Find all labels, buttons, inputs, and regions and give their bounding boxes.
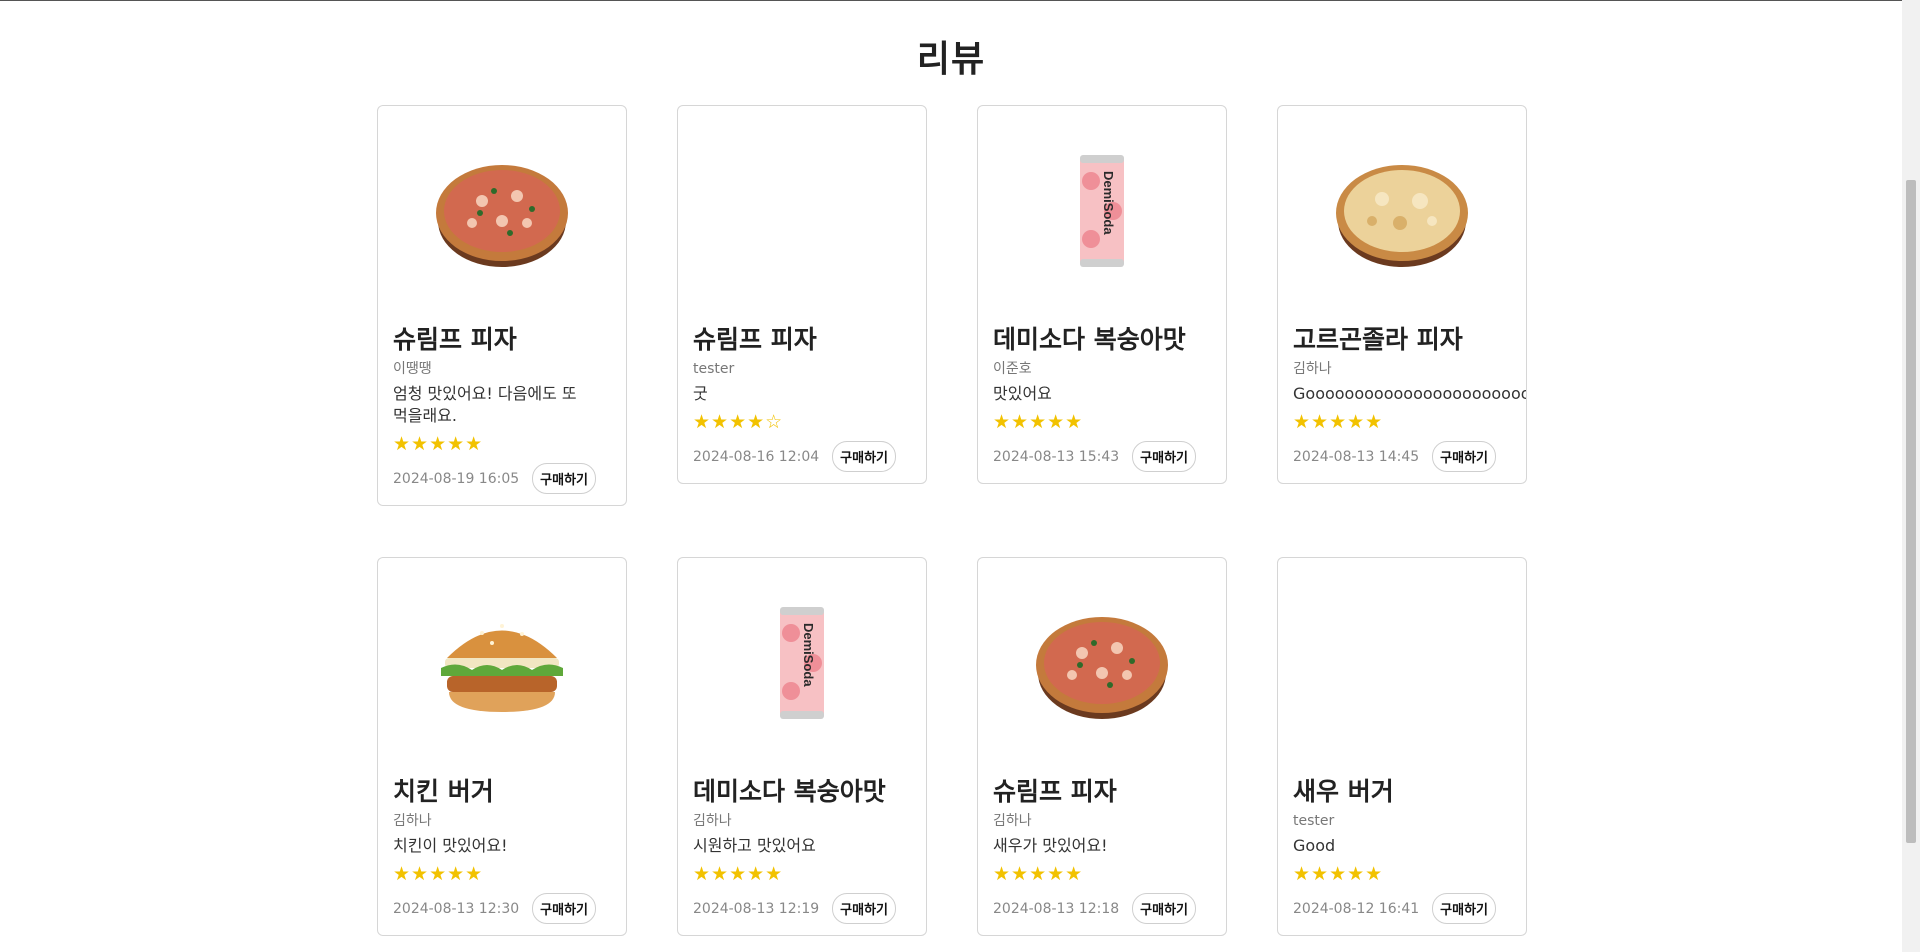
star-rating: ★★★★★ <box>993 863 1084 885</box>
pizza-image <box>1336 165 1468 267</box>
product-image-demisoda: DemiSoda <box>693 558 911 768</box>
buy-button[interactable]: 구매하기 <box>532 893 596 924</box>
star-rating: ★★★★★ <box>993 411 1084 433</box>
review-date: 2024-08-12 16:41 <box>1293 900 1420 917</box>
review-card: DemiSoda 데미소다 복숭아맛 이준호 맛있어요 ★★★★★ 2024-0… <box>977 105 1227 484</box>
product-image-empty <box>693 106 911 316</box>
review-author: 이땡땡 <box>393 361 432 377</box>
review-card: 슈림프 피자 이땡땡 엄청 맛있어요! 다음에도 또 먹을래요. ★★★★★ 2… <box>377 105 627 506</box>
product-name: 치킨 버거 <box>393 777 494 806</box>
card-footer: 2024-08-13 14:45 구매하기 <box>1293 441 1511 472</box>
star-rating: ★★★★★ <box>393 433 484 455</box>
product-name: 새우 버거 <box>1293 777 1394 806</box>
buy-button[interactable]: 구매하기 <box>1132 893 1196 924</box>
soda-brand-text: DemiSoda <box>1101 171 1116 235</box>
product-name: 데미소다 복숭아맛 <box>993 325 1186 354</box>
buy-button[interactable]: 구매하기 <box>1432 893 1496 924</box>
product-image-chicken-burger <box>393 558 611 768</box>
review-date: 2024-08-13 12:19 <box>693 900 820 917</box>
product-name: 슈림프 피자 <box>393 325 517 354</box>
review-author: 김하나 <box>393 813 432 829</box>
product-image-gorgonzola-pizza <box>1293 106 1511 316</box>
product-name: 데미소다 복숭아맛 <box>693 777 886 806</box>
review-date: 2024-08-16 12:04 <box>693 448 820 465</box>
buy-button[interactable]: 구매하기 <box>532 463 596 494</box>
soda-can-image: DemiSoda <box>780 607 824 719</box>
card-footer: 2024-08-13 12:18 구매하기 <box>993 893 1211 924</box>
review-date: 2024-08-13 15:43 <box>993 448 1120 465</box>
scrollbar[interactable] <box>1902 0 1920 952</box>
review-date: 2024-08-13 12:18 <box>993 900 1120 917</box>
review-comment: 굿 <box>693 384 708 403</box>
burger-image <box>441 624 563 712</box>
page-title: 리뷰 <box>916 39 986 80</box>
review-author: 김하나 <box>1293 361 1332 377</box>
buy-button[interactable]: 구매하기 <box>1132 441 1196 472</box>
review-comment: Goooooooooooooooooooooooooood <box>1293 384 1526 403</box>
star-rating: ★★★★★ <box>693 863 784 885</box>
scrollbar-thumb[interactable] <box>1906 180 1916 843</box>
product-image-demisoda: DemiSoda <box>993 106 1211 316</box>
review-card: 슈림프 피자 tester 굿 ★★★★☆ 2024-08-16 12:04 구… <box>677 105 927 484</box>
product-name: 슈림프 피자 <box>693 325 817 354</box>
review-comment: 새우가 맛있어요! <box>993 836 1108 855</box>
review-comment: Good <box>1293 836 1336 855</box>
star-rating: ★★★★★ <box>1293 863 1384 885</box>
review-card: 치킨 버거 김하나 치킨이 맛있어요! ★★★★★ 2024-08-13 12:… <box>377 557 627 936</box>
product-image-empty <box>1293 558 1511 768</box>
review-card: 슈림프 피자 김하나 새우가 맛있어요! ★★★★★ 2024-08-13 12… <box>977 557 1227 936</box>
review-grid: 슈림프 피자 이땡땡 엄청 맛있어요! 다음에도 또 먹을래요. ★★★★★ 2… <box>377 105 1527 936</box>
buy-button[interactable]: 구매하기 <box>832 441 896 472</box>
product-image-shrimp-pizza <box>393 106 611 316</box>
soda-can-image: DemiSoda <box>1080 155 1124 267</box>
star-rating: ★★★★☆ <box>693 411 784 433</box>
review-date: 2024-08-13 12:30 <box>393 900 520 917</box>
soda-brand-text: DemiSoda <box>801 623 816 687</box>
review-author: 이준호 <box>993 361 1032 377</box>
review-author: 김하나 <box>993 813 1032 829</box>
card-footer: 2024-08-13 15:43 구매하기 <box>993 441 1211 472</box>
review-card: 고르곤졸라 피자 김하나 Goooooooooooooooooooooooooo… <box>1277 105 1527 484</box>
product-image-shrimp-pizza <box>993 558 1211 768</box>
review-date: 2024-08-13 14:45 <box>1293 448 1420 465</box>
review-comment: 엄청 맛있어요! 다음에도 또 먹을래요. <box>393 384 577 425</box>
pizza-image <box>436 165 568 267</box>
top-border <box>0 0 1920 1</box>
card-footer: 2024-08-13 12:19 구매하기 <box>693 893 911 924</box>
star-rating: ★★★★★ <box>393 863 484 885</box>
product-name: 슈림프 피자 <box>993 777 1117 806</box>
card-footer: 2024-08-12 16:41 구매하기 <box>1293 893 1511 924</box>
review-card: DemiSoda 데미소다 복숭아맛 김하나 시원하고 맛있어요 ★★★★★ 2… <box>677 557 927 936</box>
review-author: 김하나 <box>693 813 732 829</box>
card-footer: 2024-08-16 12:04 구매하기 <box>693 441 911 472</box>
review-author: tester <box>693 361 735 377</box>
review-card: 새우 버거 tester Good ★★★★★ 2024-08-12 16:41… <box>1277 557 1527 936</box>
review-comment: 맛있어요 <box>993 384 1052 403</box>
buy-button[interactable]: 구매하기 <box>832 893 896 924</box>
card-footer: 2024-08-13 12:30 구매하기 <box>393 893 611 924</box>
star-rating: ★★★★★ <box>1293 411 1384 433</box>
review-comment: 치킨이 맛있어요! <box>393 836 508 855</box>
review-comment: 시원하고 맛있어요 <box>693 836 816 855</box>
review-date: 2024-08-19 16:05 <box>393 470 520 487</box>
pizza-image <box>1036 617 1168 719</box>
product-name: 고르곤졸라 피자 <box>1293 325 1463 354</box>
buy-button[interactable]: 구매하기 <box>1432 441 1496 472</box>
card-footer: 2024-08-19 16:05 구매하기 <box>393 463 611 494</box>
review-author: tester <box>1293 813 1335 829</box>
